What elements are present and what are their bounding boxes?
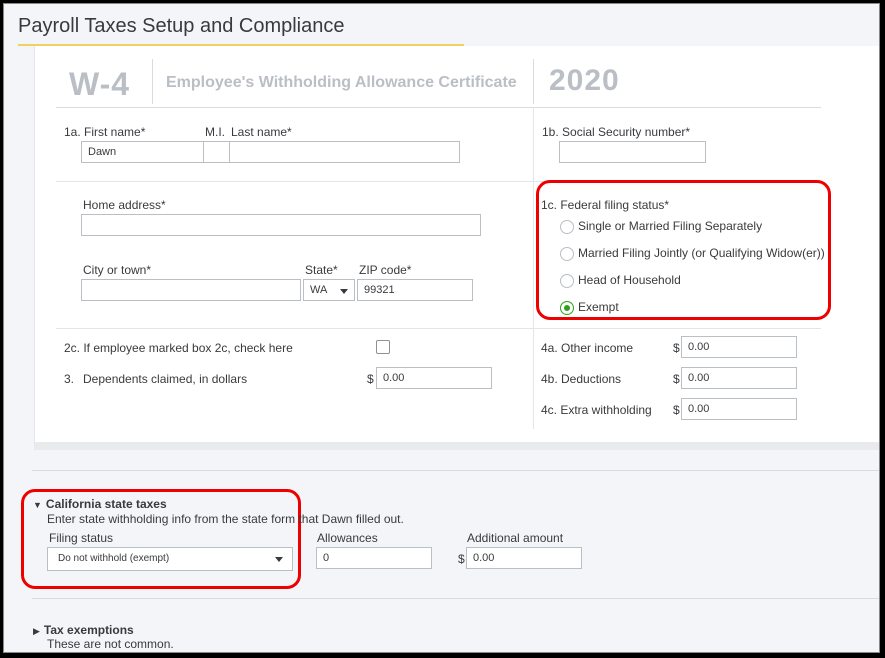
card-divider: [34, 442, 879, 450]
filing-option-label: Single or Married Filing Separately: [578, 219, 763, 233]
filing-option-married-jointly[interactable]: Married Filing Jointly (or Qualifying Wi…: [560, 246, 825, 261]
tax-exemptions-note: These are not common.: [47, 637, 174, 651]
first-name-input[interactable]: Dawn: [81, 141, 204, 163]
extra-withholding-input[interactable]: 0.00: [681, 398, 797, 420]
dependents-number: 3.: [64, 372, 75, 386]
currency-sign: $: [673, 403, 680, 417]
tax-exemptions-toggle[interactable]: ▶ Tax exemptions: [33, 623, 134, 637]
ca-section-title: California state taxes: [45, 497, 167, 511]
federal-filing-status-label: 1c. Federal filing status*: [541, 198, 670, 212]
chevron-down-icon: [275, 557, 283, 562]
mi-label: M.I.: [205, 125, 225, 139]
filing-option-head-of-household[interactable]: Head of Household: [560, 273, 681, 288]
ca-instructions: Enter state withholding info from the st…: [47, 512, 404, 526]
filing-option-single[interactable]: Single or Married Filing Separately: [560, 219, 762, 234]
deductions-label: 4b. Deductions: [541, 372, 622, 386]
filing-option-label: Head of Household: [578, 273, 681, 287]
ca-filing-status-select[interactable]: Do not withhold (exempt): [47, 547, 293, 571]
section-divider: [32, 470, 879, 471]
other-income-label: 4a. Other income: [541, 341, 634, 355]
column-divider: [533, 107, 534, 429]
allowances-input[interactable]: 0: [316, 547, 432, 569]
currency-sign: $: [458, 552, 465, 566]
filing-option-exempt[interactable]: Exempt: [560, 300, 619, 315]
currency-sign: $: [367, 372, 374, 386]
other-income-input[interactable]: 0.00: [681, 336, 797, 358]
chevron-down-icon: [340, 289, 348, 294]
city-label: City or town*: [83, 263, 152, 277]
header-divider: [533, 59, 534, 104]
additional-amount-input[interactable]: 0.00: [466, 547, 582, 569]
additional-amount-label: Additional amount: [467, 531, 564, 545]
triangle-down-icon: ▼: [33, 500, 42, 510]
header-underline: [56, 107, 821, 108]
form-title: Employee's Withholding Allowance Certifi…: [166, 74, 517, 91]
home-address-label: Home address*: [83, 198, 166, 212]
tax-exemptions-title: Tax exemptions: [43, 623, 134, 637]
deductions-input[interactable]: 0.00: [681, 367, 797, 389]
home-address-input[interactable]: [81, 214, 481, 236]
currency-sign: $: [673, 341, 680, 355]
state-value: WA: [310, 284, 328, 296]
dependents-input[interactable]: 0.00: [376, 367, 492, 389]
state-label: State*: [305, 263, 338, 277]
extra-withholding-label: 4c. Extra withholding: [541, 403, 652, 417]
radio-icon[interactable]: [560, 246, 574, 261]
page-title: Payroll Taxes Setup and Compliance: [18, 15, 345, 37]
header-divider: [152, 59, 153, 104]
form-year: 2020: [549, 64, 620, 97]
middle-initial-input[interactable]: [203, 141, 230, 163]
ca-section-toggle[interactable]: ▼ California state taxes: [33, 497, 167, 511]
radio-selected-icon[interactable]: [560, 300, 574, 315]
first-name-label: 1a. First name*: [64, 125, 146, 139]
zip-label: ZIP code*: [359, 263, 412, 277]
currency-sign: $: [673, 372, 680, 386]
zip-input[interactable]: 99321: [357, 279, 473, 301]
triangle-right-icon: ▶: [33, 626, 40, 636]
ca-filing-status-value: Do not withhold (exempt): [58, 553, 170, 564]
radio-icon[interactable]: [560, 219, 574, 234]
box2c-checkbox[interactable]: [376, 340, 390, 354]
radio-icon[interactable]: [560, 273, 574, 288]
section-divider: [32, 598, 879, 599]
city-input[interactable]: [81, 279, 301, 301]
allowances-label: Allowances: [317, 531, 378, 545]
filing-option-label: Exempt: [578, 300, 619, 314]
payroll-taxes-page: Payroll Taxes Setup and Compliance W-4 E…: [3, 3, 880, 653]
state-select[interactable]: WA: [303, 279, 355, 301]
filing-option-label: Married Filing Jointly (or Qualifying Wi…: [578, 246, 825, 260]
last-name-label: Last name*: [231, 125, 292, 139]
last-name-input[interactable]: [229, 141, 460, 163]
form-code: W-4: [69, 66, 131, 102]
ssn-label: 1b. Social Security number*: [542, 125, 691, 139]
dependents-label: Dependents claimed, in dollars: [83, 372, 248, 386]
ssn-input[interactable]: [559, 141, 706, 163]
box2c-label: 2c. If employee marked box 2c, check her…: [64, 341, 293, 355]
row-divider: [56, 328, 821, 329]
ca-filing-status-label: Filing status: [49, 531, 114, 545]
